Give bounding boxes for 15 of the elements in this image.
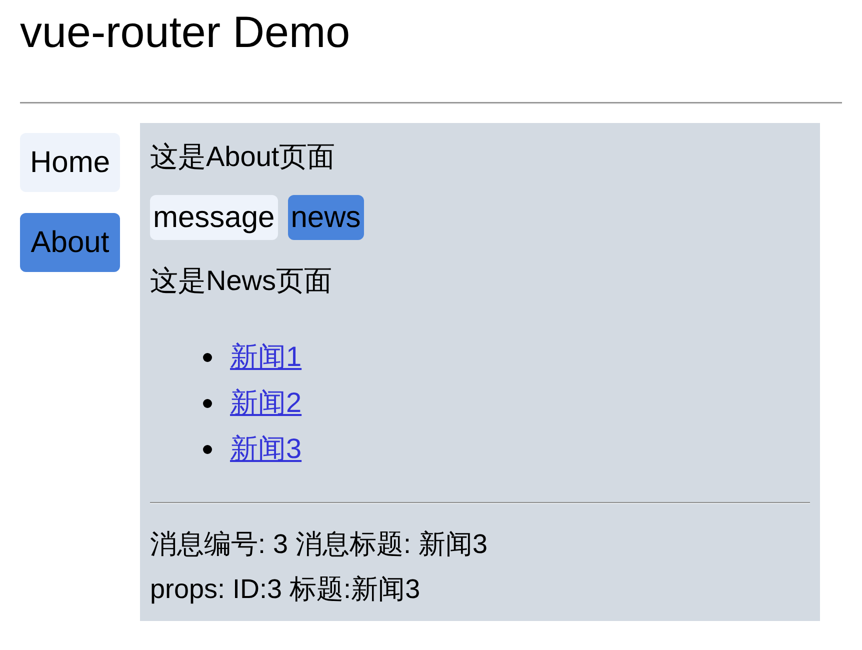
- bullet-icon: [203, 398, 212, 408]
- section-heading: 这是News页面: [150, 265, 332, 296]
- page-title: vue-router Demo: [20, 8, 350, 57]
- news-link[interactable]: 新闻3: [230, 429, 302, 469]
- news-link[interactable]: 新闻1: [230, 337, 302, 377]
- tab[interactable]: message: [150, 195, 278, 240]
- bullet-icon: [203, 444, 212, 454]
- page-heading: 这是About页面: [150, 141, 336, 172]
- nav-button[interactable]: Home: [20, 133, 120, 192]
- news-link[interactable]: 新闻2: [230, 383, 302, 423]
- detail-text: 消息编号: 3 消息标题: 新闻3: [150, 529, 488, 559]
- tab[interactable]: news: [288, 195, 364, 240]
- bullet-icon: [203, 352, 212, 362]
- nav-button[interactable]: About: [20, 213, 120, 272]
- detail-text: props: ID:3 标题:新闻3: [150, 574, 420, 604]
